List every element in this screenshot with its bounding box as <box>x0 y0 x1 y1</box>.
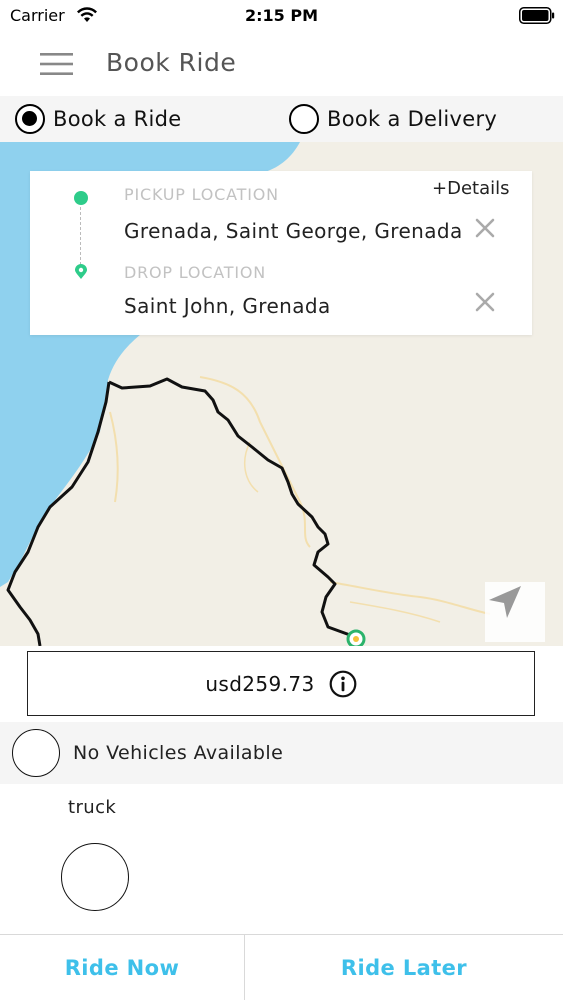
book-ride-option[interactable]: Book a Ride <box>15 96 181 142</box>
pickup-label: PICKUP LOCATION <box>124 185 279 204</box>
pickup-dot-icon <box>74 191 88 205</box>
pickup-location-field[interactable]: Grenada, Saint George, Grenada <box>124 219 463 243</box>
ride-later-button[interactable]: Ride Later <box>245 935 563 1000</box>
vehicle-status-text: No Vehicles Available <box>73 742 284 764</box>
clear-pickup-icon[interactable] <box>474 217 496 239</box>
status-time: 2:15 PM <box>244 6 318 25</box>
drop-pin-icon <box>75 264 87 279</box>
my-location-button[interactable] <box>485 582 545 642</box>
status-bar: Carrier 2:15 PM <box>0 0 563 32</box>
drop-label: DROP LOCATION <box>124 263 267 282</box>
location-card: +Details PICKUP LOCATION Grenada, Saint … <box>30 171 532 335</box>
drop-location-field[interactable]: Saint John, Grenada <box>124 294 331 318</box>
clear-drop-icon[interactable] <box>474 291 496 313</box>
minor-road <box>329 581 491 615</box>
info-icon[interactable] <box>329 670 357 698</box>
vehicle-type-button[interactable] <box>61 843 129 911</box>
book-delivery-option[interactable]: Book a Delivery <box>289 96 497 142</box>
minor-road <box>109 411 119 503</box>
bottom-action-bar: Ride Now Ride Later <box>0 934 563 1000</box>
navigation-arrow-icon <box>489 586 521 618</box>
battery-icon <box>519 7 555 24</box>
fare-value: usd259.73 <box>205 671 315 696</box>
minor-road <box>199 376 311 548</box>
details-link[interactable]: +Details <box>432 178 509 199</box>
book-delivery-label: Book a Delivery <box>327 107 498 131</box>
nav-bar: Book Ride <box>0 32 563 96</box>
route-connector <box>80 207 81 265</box>
ride-type-selector: Book a Ride Book a Delivery <box>0 96 563 142</box>
minor-road <box>349 601 441 623</box>
route-line <box>108 377 351 637</box>
book-ride-label: Book a Ride <box>53 107 182 131</box>
ride-now-button[interactable]: Ride Now <box>0 935 245 1000</box>
hamburger-menu-icon[interactable] <box>40 52 73 76</box>
vehicle-type-name: truck <box>68 797 117 818</box>
vehicle-status-icon <box>12 729 60 777</box>
fare-estimate-box[interactable]: usd259.73 <box>27 651 535 716</box>
radio-selected-icon[interactable] <box>15 104 45 134</box>
page-title: Book Ride <box>106 48 237 77</box>
vehicle-availability-row: No Vehicles Available <box>0 722 563 784</box>
radio-unselected-icon[interactable] <box>289 104 319 134</box>
